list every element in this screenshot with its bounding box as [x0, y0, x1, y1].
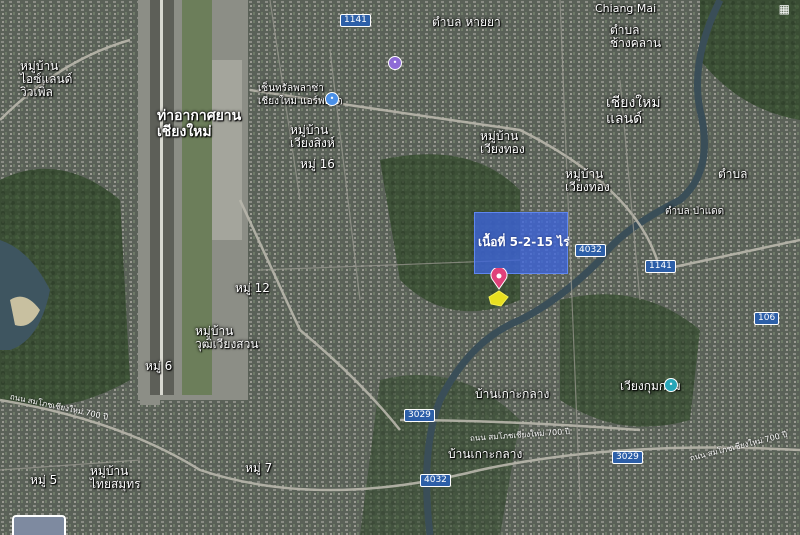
location-pin-icon[interactable]	[490, 268, 508, 290]
route-shield: 1141	[340, 14, 371, 27]
moo16-label: หมู่ 16	[300, 157, 335, 171]
tambon-top-right-label: ตำบล	[718, 167, 748, 181]
route-shield: 4032	[420, 474, 451, 487]
route-shield: 106	[754, 312, 780, 325]
moo6-label: หมู่ 6	[145, 359, 173, 373]
chiang-mai-label: Chiang Mai	[595, 2, 657, 15]
map-type-toggle[interactable]	[12, 515, 66, 535]
land-area-label: เนื้อที่ 5-2-15 ไร่	[478, 235, 570, 249]
village-label-thaisamut: หมู่บ้าน ไทยสมุทร	[90, 464, 141, 491]
village-label-wiangthong-2: หมู่บ้าน เวียงทอง	[565, 167, 610, 194]
chiangmai-land-label: เชียงใหม่ แลนด์	[606, 95, 661, 127]
ban-koklang-label-1: บ้านเกาะกลาง	[475, 387, 550, 401]
poi-marker[interactable]: •	[664, 378, 678, 392]
ban-koklang-label-2: บ้านเกาะกลาง	[448, 447, 523, 461]
poi-marker[interactable]: •	[325, 92, 339, 106]
poi-marker[interactable]: •	[388, 56, 402, 70]
moo5-label: หมู่ 5	[30, 473, 58, 487]
airport-label: ท่าอากาศยาน เชียงใหม่	[157, 108, 242, 140]
route-shield: 3029	[404, 409, 435, 422]
satellite-imagery	[0, 0, 800, 535]
village-label-wiangsing: หมู่บ้าน เวียงสิงห์	[290, 123, 335, 150]
tambon-changklan-label: ตำบล ช้างคลาน	[610, 23, 662, 50]
pa-daet-label: ตำบล ป่าแดด	[665, 206, 725, 217]
moo7-label: หมู่ 7	[245, 461, 273, 475]
village-label-iceland: หมู่บ้าน ไอซ์แลนด์ วิวเพิ่ล	[20, 59, 73, 99]
route-shield: 3029	[612, 451, 643, 464]
tambon-haiya-label: ตำบล หายยา	[432, 15, 501, 29]
route-shield: 1141	[645, 260, 676, 273]
grid-menu-icon[interactable]: ▦	[779, 2, 790, 16]
village-label-wutthi: หมู่บ้าน วุฒิเวียงสวน	[195, 324, 259, 351]
route-shield: 4032	[575, 244, 606, 257]
satellite-map[interactable]: ท่าอากาศยาน เชียงใหม่ หมู่บ้าน ไอซ์แลนด์…	[0, 0, 800, 535]
village-label-wiangthong-1: หมู่บ้าน เวียงทอง	[480, 129, 525, 156]
moo12-label: หมู่ 12	[235, 281, 270, 295]
